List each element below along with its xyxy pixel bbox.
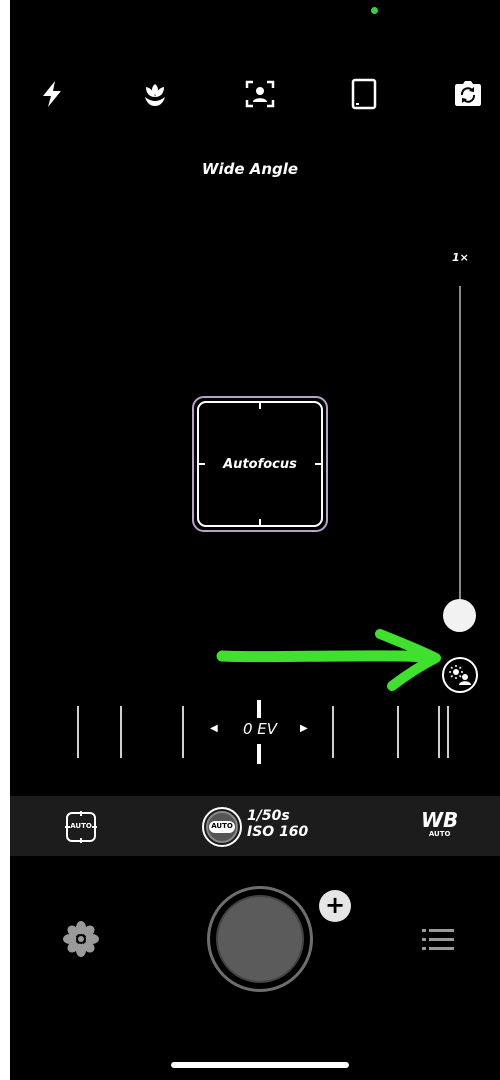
camera-in-use-indicator <box>371 7 378 14</box>
ev-dial-tick <box>397 706 399 758</box>
aspect-ratio-icon[interactable] <box>346 76 382 112</box>
ev-center-marker <box>257 700 261 718</box>
flash-icon[interactable] <box>34 76 70 112</box>
zoom-slider-track[interactable] <box>459 286 461 606</box>
portrait-icon[interactable] <box>242 76 278 112</box>
ev-dial-tick <box>447 706 449 758</box>
ev-dial-tick <box>120 706 122 758</box>
zoom-level-label: 1× <box>452 251 469 264</box>
focus-tick-right <box>315 463 323 465</box>
annotation-arrow <box>216 629 441 691</box>
ev-dial-tick <box>332 706 334 758</box>
menu-list-button[interactable] <box>420 926 456 954</box>
lens-label: Wide Angle <box>201 160 299 178</box>
exposure-auto-button[interactable]: AUTO <box>201 806 243 848</box>
autofocus-frame[interactable]: Autofocus <box>192 396 328 532</box>
ev-dial-tick <box>438 706 440 758</box>
iso-value: ISO 160 <box>247 824 309 840</box>
focus-tick-top <box>259 401 261 409</box>
sun-person-icon <box>449 665 471 685</box>
focus-mode-button[interactable]: AUTO <box>64 810 98 844</box>
focus-tick-bottom <box>259 519 261 527</box>
shutter-button[interactable] <box>216 895 304 983</box>
home-indicator[interactable] <box>171 1062 349 1068</box>
ev-dial-tick <box>182 706 184 758</box>
add-button[interactable]: + <box>319 890 351 922</box>
wb-label: WB <box>421 808 459 832</box>
flip-camera-icon[interactable] <box>450 76 486 112</box>
settings-flower-button[interactable] <box>62 920 100 958</box>
focus-tick-left <box>197 463 205 465</box>
white-balance-button[interactable]: WB AUTO <box>421 810 458 838</box>
ev-increase-arrow-icon[interactable]: ▶ <box>300 723 308 734</box>
ev-center-marker <box>257 744 261 764</box>
list-icon <box>422 929 454 950</box>
exposure-readout: 1/50s ISO 160 <box>247 808 308 840</box>
autofocus-label: Autofocus <box>223 456 297 472</box>
camera-screen: Wide Angle 1× Autofocus ◀ 0 EV ▶ AUTO AU… <box>10 0 500 1080</box>
focus-mode-badge: AUTO <box>70 822 92 830</box>
ev-dial-tick <box>77 706 79 758</box>
ev-value: 0 EV <box>242 720 278 738</box>
shutter-speed: 1/50s <box>247 808 290 824</box>
exposure-auto-badge: AUTO <box>211 822 233 830</box>
flower-gear-icon <box>63 921 99 957</box>
ev-decrease-arrow-icon[interactable]: ◀ <box>210 723 218 734</box>
macro-icon[interactable] <box>137 76 173 112</box>
